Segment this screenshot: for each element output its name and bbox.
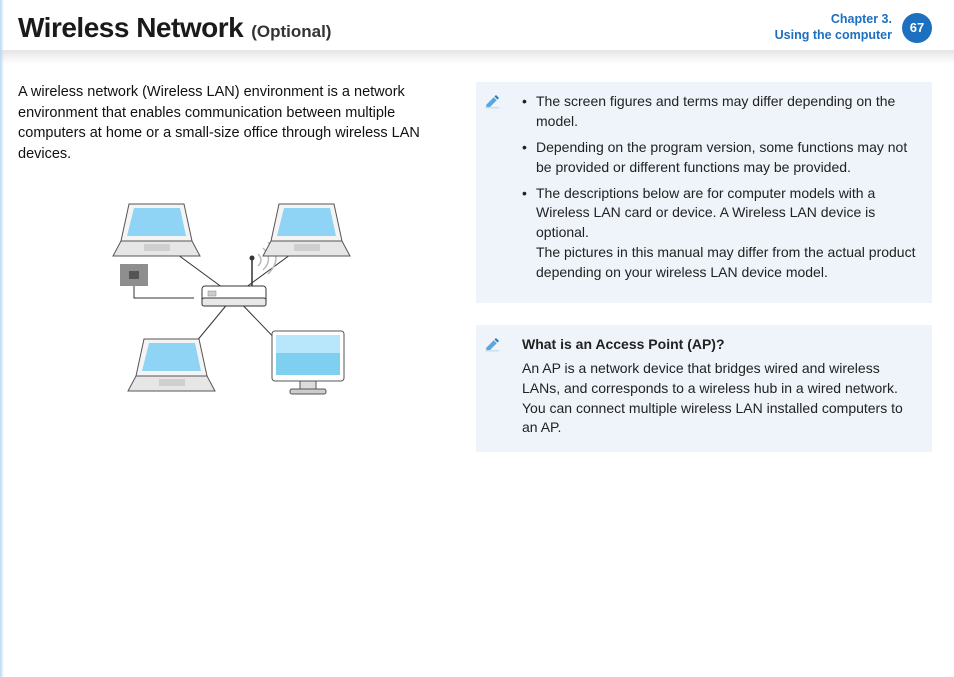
laptop-icon: [128, 339, 215, 391]
page-header: Wireless Network (Optional) Chapter 3. U…: [18, 12, 932, 44]
pencil-note-icon: [484, 92, 502, 116]
chapter-line-1: Chapter 3.: [775, 12, 892, 28]
pencil-note-icon: [484, 335, 502, 359]
chapter-text: Chapter 3. Using the computer: [775, 12, 892, 43]
page-number: 67: [910, 20, 924, 35]
diagram-svg: [74, 186, 394, 416]
right-column: The screen figures and terms may differ …: [476, 82, 932, 452]
wireless-network-diagram: [18, 186, 450, 416]
ap-box-content: What is an Access Point (AP)? An AP is a…: [522, 335, 918, 438]
notes-item-text: The descriptions below are for computer …: [536, 185, 875, 241]
content-columns: A wireless network (Wireless LAN) enviro…: [18, 82, 932, 452]
notes-box: The screen figures and terms may differ …: [476, 82, 932, 303]
laptop-icon: [113, 204, 200, 256]
page-title: Wireless Network: [18, 12, 243, 44]
ap-box-title: What is an Access Point (AP)?: [522, 335, 918, 355]
left-accent: [0, 0, 4, 677]
notes-item: The descriptions below are for computer …: [522, 184, 918, 283]
page-subtitle: (Optional): [251, 22, 331, 42]
access-point-box: What is an Access Point (AP)? An AP is a…: [476, 325, 932, 452]
notes-list: The screen figures and terms may differ …: [522, 92, 918, 283]
notes-item: Depending on the program version, some f…: [522, 138, 918, 178]
ap-box-body: An AP is a network device that bridges w…: [522, 360, 903, 436]
title-wrap: Wireless Network (Optional): [18, 12, 331, 44]
left-column: A wireless network (Wireless LAN) enviro…: [18, 82, 450, 452]
document-page: Wireless Network (Optional) Chapter 3. U…: [0, 0, 954, 677]
chapter-line-2: Using the computer: [775, 28, 892, 44]
page-number-badge: 67: [902, 13, 932, 43]
notes-item: The screen figures and terms may differ …: [522, 92, 918, 132]
notes-item-subtext: The pictures in this manual may differ f…: [536, 243, 918, 283]
chapter-wrap: Chapter 3. Using the computer 67: [775, 12, 932, 43]
notes-item-text: Depending on the program version, some f…: [536, 139, 907, 175]
laptop-icon: [263, 204, 350, 256]
notes-item-text: The screen figures and terms may differ …: [536, 93, 895, 129]
header-shadow: [0, 50, 954, 64]
wall-socket-icon: [120, 264, 148, 286]
monitor-icon: [272, 331, 344, 394]
intro-paragraph: A wireless network (Wireless LAN) enviro…: [18, 82, 450, 164]
